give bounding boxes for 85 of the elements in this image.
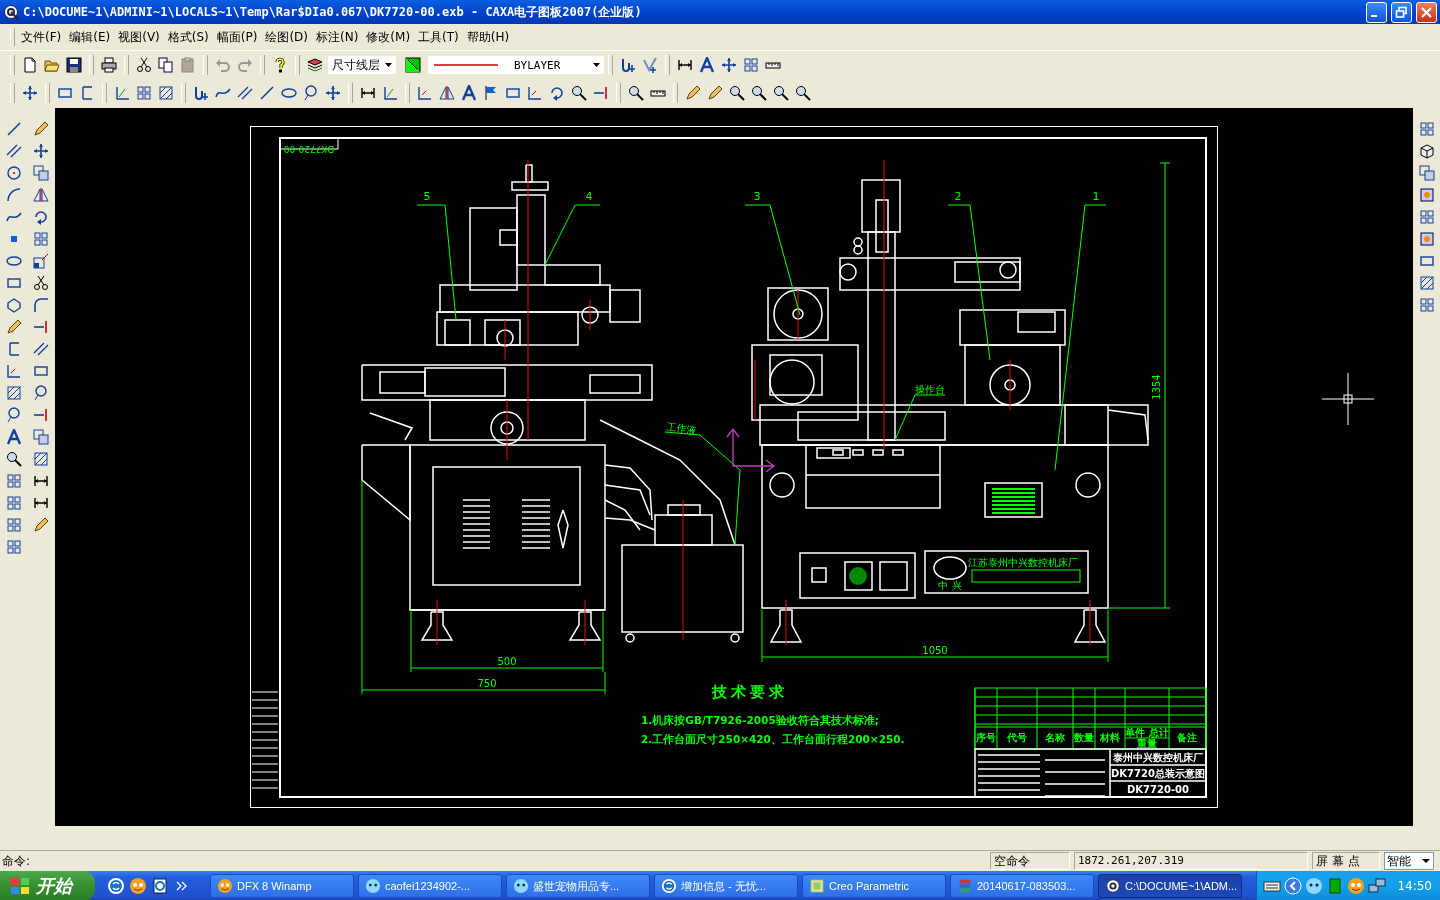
bubble-icon[interactable] (1305, 877, 1324, 895)
balloon-number: 3 (753, 190, 761, 203)
smiley-icon[interactable] (1347, 877, 1366, 895)
indicator-lamp-icon (849, 567, 867, 585)
dimension-value: 1050 (922, 645, 948, 656)
close-icon (1420, 5, 1433, 19)
balloon-number: 5 (423, 190, 431, 203)
window-title: C:\DOCUME~1\ADMINI~1\LOCALS~1\Temp\Rar$DIa0.067\DK7720-00.exb - CAXA电子图板2007(企业版) (23, 3, 643, 21)
menu-item[interactable]: 修改(M) (362, 26, 415, 48)
clock: 14:50 (1396, 879, 1432, 893)
window-icon (809, 878, 825, 894)
balloon-number: 1 (1092, 190, 1100, 203)
minimize-icon (1371, 14, 1377, 18)
menu-item[interactable]: 绘图(D) (261, 26, 312, 48)
requirements-title: 技术要求 (712, 683, 788, 701)
bubble-icon (513, 878, 529, 894)
nameplate-text: 江苏泰州中兴数控机床厂 (968, 557, 1078, 568)
command-prompt: 命令: (1, 852, 32, 870)
leader-line (544, 204, 601, 266)
browser-icon[interactable] (107, 877, 125, 895)
coordinate-axes-icon (726, 427, 776, 473)
layer-dropdown[interactable]: 尺寸线层 (328, 56, 396, 74)
taskbar-button[interactable]: DFX 8 Winamp (210, 874, 354, 898)
minimize-button[interactable] (1366, 1, 1387, 23)
crosshair-cursor-icon (1321, 372, 1375, 426)
dimension-value: 750 (477, 678, 497, 689)
linetype-dropdown[interactable]: BYLAYER (428, 56, 604, 74)
windows-flag-icon (10, 877, 30, 895)
table-header: 单件 总计 (1125, 727, 1169, 738)
print-icon[interactable] (98, 54, 120, 76)
command-status: 空命令 (990, 852, 1070, 870)
balloon-number: 4 (585, 190, 593, 203)
menu-item[interactable]: 视图(V) (114, 26, 164, 48)
taskbar-button[interactable]: 盛世宠物用品专... (506, 874, 650, 898)
dimension-value: 500 (497, 656, 517, 667)
frame-code-label: DK7720-00 (283, 144, 335, 154)
taskbar-button[interactable]: 增加信息 - 无忧... (654, 874, 798, 898)
nameplate-logo-text: 中 兴 (938, 580, 962, 591)
smiley-icon (217, 878, 233, 894)
document-icon[interactable] (151, 877, 169, 895)
app-logo-icon (3, 4, 19, 20)
menu-item[interactable]: 帮助(H) (462, 26, 514, 48)
smiley-icon[interactable] (129, 877, 147, 895)
table-header: 序号 (976, 732, 996, 743)
table-header: 重量 (1137, 738, 1157, 749)
balloon-number: 2 (954, 190, 962, 203)
archive-icon (957, 878, 973, 894)
callout-label: 工作液 (665, 421, 697, 437)
close-button[interactable] (1416, 1, 1437, 23)
color-icon[interactable] (402, 54, 424, 76)
dimension-value: 1354 (1151, 374, 1162, 400)
snap-option-dropdown[interactable]: 智能 (1384, 852, 1434, 870)
start-button[interactable]: 开始 (0, 871, 95, 900)
browser-icon (661, 878, 677, 894)
network-icon[interactable] (1368, 877, 1387, 895)
table-header: 备注 (1177, 732, 1197, 743)
table-header: 代号 (1007, 732, 1027, 743)
requirement-text: 2.工作台面尺寸250×420、工作台面行程200×250. (641, 733, 905, 745)
snap-mode: 屏幕点 (1312, 852, 1380, 870)
menu-item[interactable]: 标注(N) (312, 26, 363, 48)
menu-item[interactable]: 工具(T) (414, 26, 463, 48)
menu-item[interactable]: 文件(F) (17, 26, 66, 48)
bubble-icon (365, 878, 381, 894)
control-panel-display (984, 482, 1043, 518)
table-header: 材料 (1100, 732, 1120, 743)
taskbar-button[interactable]: 20140617-083503... (950, 874, 1094, 898)
callout-label: 操作台 (915, 384, 945, 395)
title-block-drawing-title: DK7720总装示意图 (1111, 768, 1205, 779)
menu-item[interactable]: 编辑(E) (65, 26, 115, 48)
save-icon[interactable] (63, 54, 85, 76)
maximize-button[interactable] (1391, 1, 1412, 23)
menu-item[interactable]: 格式(S) (163, 26, 213, 48)
table-header: 数量 (1074, 732, 1094, 743)
maximize-icon (1395, 5, 1408, 19)
taskbar-button[interactable]: caofei1234902-... (358, 874, 502, 898)
app-logo-icon (1105, 878, 1121, 894)
table-header: 名称 (1045, 732, 1065, 743)
requirement-text: 1.机床按GB/T7926-2005验收符合其技术标准; (641, 714, 879, 726)
menu-item[interactable]: 幅面(P) (212, 26, 262, 48)
title-block-drawing-number: DK7720-00 (1127, 784, 1189, 795)
taskbar-button[interactable]: Creo Parametric (802, 874, 946, 898)
leader-line (894, 394, 946, 441)
cursor-coordinates: 1872.261,207.319 (1074, 852, 1308, 870)
title-block-company: 泰州中兴数控机床厂 (1113, 752, 1203, 763)
taskbar-button[interactable]: C:\DOCUME~1\ADM... (1098, 874, 1242, 898)
